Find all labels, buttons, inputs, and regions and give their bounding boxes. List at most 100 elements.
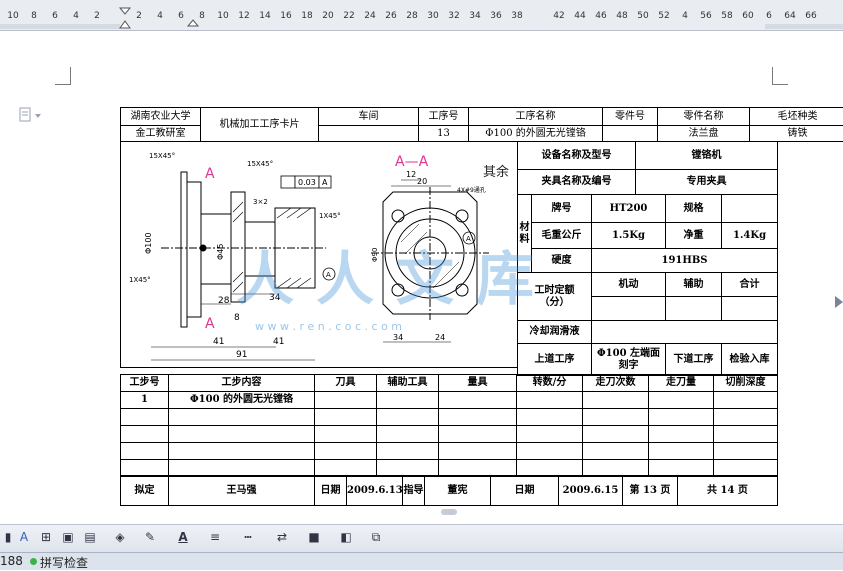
corner-mark (772, 84, 788, 85)
dim-41a: 41 (213, 337, 224, 347)
passes-header: 走刀次数 (583, 375, 649, 392)
chamfer-label: 1X45° (319, 212, 341, 220)
step-no: 1 (121, 392, 169, 409)
page-number: 第 13 页 (623, 476, 678, 506)
dash-style-icon[interactable]: ┅ (240, 529, 256, 545)
net-weight-value: 1.4Kg (722, 223, 778, 249)
coolant-value (592, 321, 778, 344)
ruler-tick: 34 (469, 11, 480, 21)
equipment-label: 设备名称及型号 (518, 142, 636, 170)
gauge-header: 量具 (439, 375, 517, 392)
process-name-header: 工序名称 (469, 108, 603, 126)
ruler-left-margin (0, 24, 120, 29)
spell-check-status[interactable]: 拼写检查 (40, 554, 88, 571)
ruler-tick: 30 (427, 11, 438, 21)
step-content-header: 工步内容 (169, 375, 315, 392)
prepared-by: 王马强 (169, 476, 315, 506)
surface-rest-note: 其余 (483, 164, 509, 180)
drawing-toolbar: ▮ A ⊞ ▣ ▤ ◈ ✎ A ≡ ┅ ⇄ ■ ◧ ⧉ (0, 524, 843, 553)
page-count: 188 (0, 554, 23, 568)
font-color-icon[interactable]: A (175, 529, 191, 545)
dim-91: 91 (236, 350, 247, 360)
watermark-url: w w w . r e n . c o c . c o m (255, 320, 402, 333)
fill-color-icon[interactable]: ◈ (112, 529, 128, 545)
hardness-value: 191HBS (592, 249, 778, 273)
ruler-tick: 4 (682, 11, 688, 21)
process-info-table: 设备名称及型号 镗铬机 夹具名称及编号 专用夹具 材料 牌号 HT200 规格 … (517, 141, 778, 376)
ruler-tick: 36 (490, 11, 501, 21)
steps-table: 工步号 工步内容 刀具 辅助工具 量具 转数/分 走刀次数 走刀量 切削深度 1… (120, 374, 778, 477)
paste-options-icon[interactable] (18, 106, 46, 124)
dim-d45: Φ45 (216, 244, 225, 260)
select-objects-icon[interactable]: ⧉ (368, 529, 384, 545)
chamfer-label: 1X45° (129, 276, 151, 284)
fixture-label: 夹具名称及编号 (518, 170, 636, 195)
section-title: A—A (395, 154, 429, 170)
process-no-value: 13 (419, 126, 469, 142)
ruler-tick: 6 (766, 11, 772, 21)
ruler-tick: 2 (94, 11, 100, 21)
prepared-date: 2009.6.13 (347, 476, 403, 506)
aux-tool-header: 辅助工具 (377, 375, 439, 392)
blank-type-header: 毛坯种类 (750, 108, 843, 126)
part-no-header: 零件号 (603, 108, 658, 126)
picture-icon[interactable]: ▤ (82, 529, 98, 545)
corner-mark (55, 84, 71, 85)
ruler-tick: 56 (700, 11, 711, 21)
tolerance-value: 0.03 (298, 178, 316, 187)
prev-process-value: Φ100 左端面刻字 (592, 344, 666, 376)
ruler-tick: 20 (322, 11, 333, 21)
signature-table: 拟定 王马强 日期 2009.6.13 指导 董宪 日期 2009.6.15 第… (120, 475, 778, 506)
ruler-tick: 26 (385, 11, 396, 21)
grade-value: HT200 (592, 195, 666, 223)
step-no-header: 工步号 (121, 375, 169, 392)
page-break-icon[interactable] (441, 508, 457, 516)
guide-by: 董宪 (425, 476, 491, 506)
motor-value (592, 297, 666, 321)
scroll-arrow-icon[interactable] (835, 292, 843, 312)
speed-header: 转数/分 (517, 375, 583, 392)
process-no-header: 工序号 (419, 108, 469, 126)
aux-label: 辅助 (666, 273, 722, 297)
horizontal-ruler[interactable]: 1086422468101214161820222426283032343638… (0, 0, 843, 31)
next-process-label: 下道工序 (666, 344, 722, 376)
ruler-right-margin (765, 24, 843, 29)
guide-label: 指导 (403, 476, 425, 506)
ruler-tick: 14 (259, 11, 270, 21)
date-label: 日期 (491, 476, 559, 506)
ruler-tick: 64 (784, 11, 795, 21)
shadow-icon[interactable]: ■ (306, 529, 322, 545)
section-marker-a: A (205, 316, 215, 332)
ruler-tick: 66 (805, 11, 816, 21)
process-card-header: 湖南农业大学 机械加工工序卡片 车间 工序号 工序名称 零件号 零件名称 毛坯种… (120, 107, 843, 142)
line-color-icon[interactable]: ✎ (142, 529, 158, 545)
dim-12: 12 (406, 170, 416, 179)
3d-style-icon[interactable]: ◧ (338, 529, 354, 545)
diagram-icon[interactable]: ⊞ (38, 529, 54, 545)
ruler-tick: 4 (73, 11, 79, 21)
spec-label: 规格 (666, 195, 722, 223)
ruler-tick: 60 (742, 11, 753, 21)
ruler-tick: 28 (406, 11, 417, 21)
line-style-icon[interactable]: ≡ (207, 529, 223, 545)
indent-marker-icon[interactable] (118, 6, 132, 30)
part-no-value (603, 126, 658, 142)
ruler-tick: 38 (511, 11, 522, 21)
prev-process-label: 上道工序 (518, 344, 592, 376)
watermark-text: 人人文库 (236, 232, 556, 316)
date-label: 日期 (315, 476, 347, 506)
ruler-tick: 22 (343, 11, 354, 21)
arrow-style-icon[interactable]: ⇄ (274, 529, 290, 545)
clipart-icon[interactable]: ▣ (60, 529, 76, 545)
card-title: 机械加工工序卡片 (201, 108, 319, 142)
part-name-header: 零件名称 (658, 108, 750, 126)
ruler-tick: 6 (52, 11, 58, 21)
rough-weight-value: 1.5Kg (592, 223, 666, 249)
hanging-indent-icon[interactable] (186, 14, 200, 28)
spec-value (722, 195, 778, 223)
wordart-icon[interactable]: A (16, 529, 32, 545)
shape-icon[interactable]: ▮ (0, 529, 16, 545)
motor-label: 机动 (592, 273, 666, 297)
ruler-tick: 32 (448, 11, 459, 21)
total-value (722, 297, 778, 321)
